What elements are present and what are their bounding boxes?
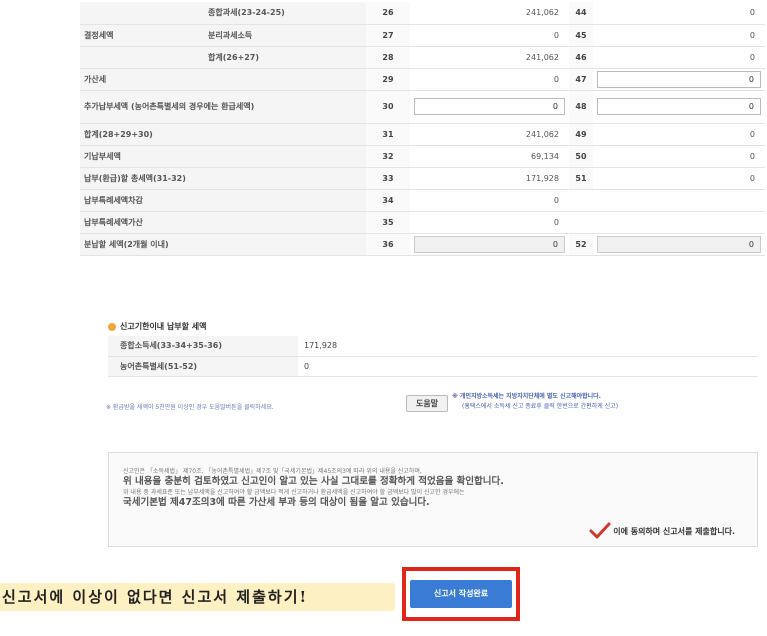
row-number: 47	[569, 68, 593, 91]
row-number: 49	[569, 123, 593, 146]
installment-tax-input-cell: 0	[410, 233, 569, 256]
installment-special-tax-input-cell: 0	[593, 233, 765, 256]
row-label: 종합과세(23-24-25)	[166, 2, 366, 25]
row-number: 50	[569, 145, 593, 168]
table-row: 기납부세액 32 69,134 50 0	[80, 145, 765, 168]
row-number: 33	[366, 167, 410, 190]
row-label: 합계(28+29+30)	[80, 123, 366, 146]
group-label-decided-tax: 결정세액	[80, 24, 166, 47]
penalty-tax-input[interactable]: 0	[597, 70, 761, 88]
row-number: 45	[569, 24, 593, 47]
row-label: 분리과세소득	[166, 24, 366, 47]
table-row: 납부특례세액차감 34 0	[80, 189, 765, 212]
penalty-tax-input-cell: 0	[593, 68, 765, 91]
table-row: 추가납부세액 (농어촌특별세의 경우에는 환급세액) 30 0 48 0	[80, 90, 765, 124]
row-value: 241,062	[410, 2, 569, 25]
refund-tax-input[interactable]: 0	[597, 98, 761, 115]
help-button[interactable]: 도움말	[406, 395, 448, 412]
declaration-line4: 국세기본법 제47조의3에 따른 가산세 부과 등의 대상이 됨을 알고 있습니…	[123, 497, 430, 508]
row-number: 34	[366, 189, 410, 212]
row-value: 0	[410, 24, 569, 47]
instruction-caption: 신고서에 이상이 없다면 신고서 제출하기!	[0, 583, 395, 611]
row-value: 0	[298, 356, 758, 377]
row-value: 171,928	[410, 167, 569, 190]
checkmark-icon	[589, 522, 611, 539]
declaration-line1: 신고인은 「소득세법」 제70조, 「농어촌특별세법」제7조 및「국세기본법」제…	[123, 468, 422, 475]
row-number: 31	[366, 123, 410, 146]
row-value: 0	[593, 2, 765, 25]
row-value: 171,928	[298, 336, 758, 357]
row-number: 26	[366, 2, 410, 25]
row-number: 44	[569, 2, 593, 25]
row-number: 35	[366, 211, 410, 234]
table-row: 분납할 세액(2개월 이내) 36 0 52 0	[80, 233, 765, 256]
row-label: 납부특례세액가산	[80, 211, 366, 234]
row-label: 분납할 세액(2개월 이내)	[80, 233, 366, 256]
row-number: 30	[366, 90, 410, 124]
table-row: 종합소득세(33-34+35-36) 171,928	[108, 336, 758, 357]
row-number: 28	[366, 46, 410, 69]
submit-return-button[interactable]: 신고서 작성완료	[410, 580, 512, 608]
table-row: 종합과세(23-24-25) 26 241,062 44 0	[80, 2, 765, 25]
table-row: 결정세액 분리과세소득 27 0 45 0	[80, 24, 765, 47]
table-row: 납부특례세액가산 35 0	[80, 211, 765, 234]
payment-table: 종합소득세(33-34+35-36) 171,928 농어촌특별세(51-52)…	[108, 336, 758, 377]
table-row: 납부(환급)할 총세액(31-32) 33 171,928 51 0	[80, 167, 765, 190]
local-tax-note-line1: ※ 개인지방소득세는 지방자치단체에 별도 신고해야합니다.	[452, 393, 601, 400]
row-value: 0	[410, 189, 569, 212]
tax-calculation-table: 종합과세(23-24-25) 26 241,062 44 0 결정세액 분리과세…	[80, 2, 765, 256]
row-value: 0	[593, 46, 765, 69]
local-tax-note: ※ 개인지방소득세는 지방자치단체에 별도 신고해야합니다. (홈택스에서 소득…	[452, 392, 618, 412]
row-label: 기납부세액	[80, 145, 366, 168]
row-value: 0	[410, 211, 569, 234]
bullet-icon	[108, 322, 116, 331]
declaration-line2: 위 내용을 충분히 검토하였고 신고인이 알고 있는 사실 그대로를 정확하게 …	[123, 476, 504, 487]
row-label: 합계(26+27)	[166, 46, 366, 69]
row-label: 가산세	[80, 68, 366, 91]
row-value: 69,134	[410, 145, 569, 168]
row-number: 36	[366, 233, 410, 256]
row-number: 32	[366, 145, 410, 168]
installment-tax-input: 0	[414, 235, 565, 253]
table-row: 합계(28+29+30) 31 241,062 49 0	[80, 123, 765, 146]
table-row: 가산세 29 0 47 0	[80, 68, 765, 91]
agree-checkbox[interactable]: 이에 동의하며 신고서를 제출합니다.	[589, 522, 735, 540]
group-cell	[80, 46, 166, 69]
table-row: 농어촌특별세(51-52) 0	[108, 356, 758, 377]
row-label: 추가납부세액 (농어촌특별세의 경우에는 환급세액)	[80, 90, 366, 124]
row-value: 241,062	[410, 123, 569, 146]
row-number: 51	[569, 167, 593, 190]
row-value: 0	[593, 167, 765, 190]
row-value: 0	[593, 123, 765, 146]
refund-tax-input-cell: 0	[593, 90, 765, 124]
declaration-box: 신고인은 「소득세법」 제70조, 「농어촌특별세법」제7조 및「국세기본법」제…	[108, 452, 758, 547]
group-cell	[80, 2, 166, 25]
installment-special-tax-input: 0	[597, 235, 761, 253]
section-title-text: 신고기한이내 납부할 세액	[120, 322, 207, 331]
agree-label: 이에 동의하며 신고서를 제출합니다.	[613, 526, 735, 536]
payment-section-title: 신고기한이내 납부할 세액	[108, 321, 207, 332]
additional-tax-input[interactable]: 0	[414, 98, 565, 115]
row-value: 0	[593, 145, 765, 168]
row-label: 종합소득세(33-34+35-36)	[108, 336, 298, 357]
declaration-line3: 위 내용 중 과세표준 또는 납부세액을 신고하여야 할 금액보다 적게 신고하…	[123, 489, 465, 496]
row-number: 27	[366, 24, 410, 47]
row-label: 납부특례세액차감	[80, 189, 366, 212]
table-row: 합계(26+27) 28 241,062 46 0	[80, 46, 765, 69]
refund-note: ※ 환급받을 세액이 5천만원 이상인 경우 도움말버튼을 클릭하세요.	[106, 404, 274, 411]
row-number: 48	[569, 90, 593, 124]
row-value: 241,062	[410, 46, 569, 69]
row-number: 46	[569, 46, 593, 69]
row-number: 29	[366, 68, 410, 91]
row-value: 0	[410, 68, 569, 91]
row-label: 농어촌특별세(51-52)	[108, 356, 298, 377]
local-tax-note-line2: (홈택스에서 소득세 신고 종료후 클릭 한번으로 간편하게 신고)	[462, 403, 619, 410]
row-value: 0	[593, 24, 765, 47]
additional-tax-input-cell: 0	[410, 90, 569, 124]
row-label: 납부(환급)할 총세액(31-32)	[80, 167, 366, 190]
row-number: 52	[569, 233, 593, 256]
